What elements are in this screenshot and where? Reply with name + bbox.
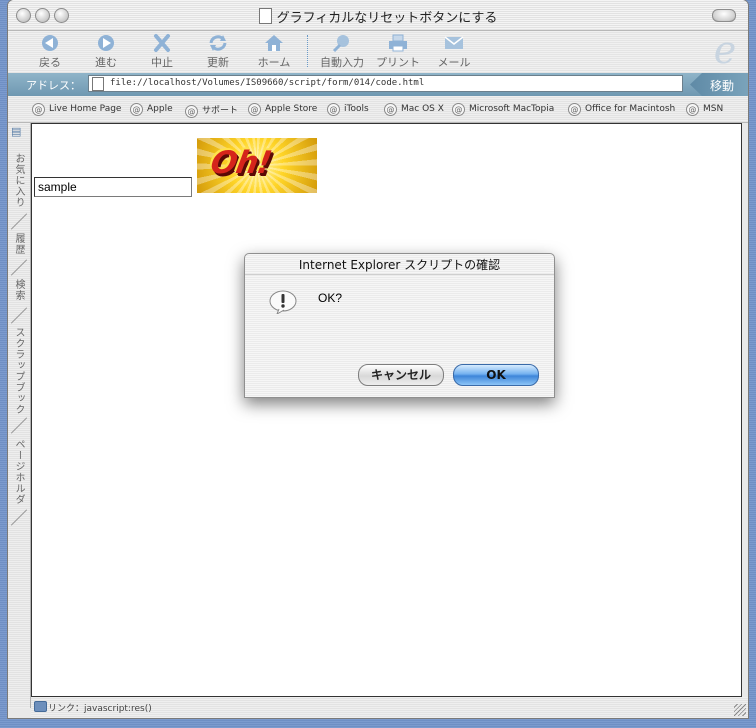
back-button[interactable]: 戻る	[22, 33, 78, 70]
oh-image-text: Oh!	[207, 145, 274, 181]
status-bar: リンク：javascript:res()	[31, 697, 748, 718]
favorite-label: Mac OS X	[401, 104, 444, 114]
favorite-label: Office for Macintosh	[585, 104, 676, 114]
toolbar: 戻る 進む 中止 更新 ホーム 自動入力 プリント メール e	[8, 31, 748, 73]
tab-page-holder-label: ページホルダ	[13, 439, 24, 505]
explorer-sidebar-tabs: ▤ お気に入り 履歴 検索 スクラップブック ページホルダ	[8, 123, 31, 708]
resize-grip-icon[interactable]	[734, 704, 746, 716]
favorite-link[interactable]: @ Live Home Page	[32, 103, 121, 116]
alert-exclamation-icon	[269, 290, 297, 314]
tab-divider	[10, 509, 28, 526]
status-text: リンク：javascript:res()	[48, 704, 152, 714]
mail-envelope-icon	[444, 36, 464, 49]
favorite-label: Apple	[147, 104, 173, 114]
favorite-link[interactable]: @ Microsoft MacTopia	[452, 103, 554, 116]
home-button[interactable]: ホーム	[246, 33, 302, 70]
refresh-icon	[209, 35, 227, 51]
tab-favorites-label: お気に入り	[13, 153, 24, 208]
home-icon	[265, 35, 283, 51]
link-at-icon: @	[568, 103, 581, 116]
link-at-icon: @	[384, 103, 397, 116]
toolbar-collapse-button[interactable]	[712, 9, 736, 22]
page-content-area	[31, 123, 742, 697]
stop-x-icon	[154, 34, 170, 52]
go-button[interactable]: 移動	[690, 73, 748, 96]
document-icon	[258, 8, 272, 24]
forward-arrow-icon	[98, 35, 114, 51]
stop-button[interactable]: 中止	[134, 33, 190, 70]
print-button-label: プリント	[376, 56, 420, 69]
address-url-text: file://localhost/Volumes/IS09660/script/…	[110, 78, 425, 88]
printer-icon	[389, 34, 407, 52]
ie-logo-icon: e	[713, 28, 737, 72]
link-at-icon: @	[686, 103, 699, 116]
favorite-label: MSN	[703, 104, 724, 114]
favorite-label: サポート	[202, 106, 239, 116]
tab-divider	[10, 259, 28, 276]
dialog-title: Internet Explorer スクリプトの確認	[245, 254, 554, 275]
link-at-icon: @	[248, 103, 261, 116]
tab-page-holder[interactable]: ページホルダ	[11, 439, 26, 505]
link-status-icon	[34, 701, 47, 712]
dialog-message: OK?	[318, 291, 343, 305]
mail-button[interactable]: メール	[426, 33, 482, 70]
address-bar: アドレス： file://localhost/Volumes/IS09660/s…	[8, 73, 748, 96]
autofill-button-label: 自動入力	[320, 56, 364, 69]
tab-scrapbook-label: スクラップブック	[13, 327, 24, 415]
stop-button-label: 中止	[151, 56, 173, 69]
tab-search[interactable]: 検索	[11, 279, 26, 301]
window-title: グラフィカルなリセットボタンにする	[8, 7, 748, 26]
sample-text-field[interactable]	[34, 177, 192, 197]
favorite-link[interactable]: @ Mac OS X	[384, 103, 444, 116]
tab-scrapbook[interactable]: スクラップブック	[11, 327, 26, 415]
favorite-label: iTools	[344, 104, 369, 114]
refresh-button-label: 更新	[207, 56, 229, 69]
back-arrow-icon	[42, 35, 58, 51]
favorite-link[interactable]: @ iTools	[327, 103, 369, 116]
favorite-link[interactable]: @ Apple Store	[248, 103, 317, 116]
tab-history[interactable]: 履歴	[11, 233, 26, 255]
autofill-button[interactable]: 自動入力	[314, 33, 370, 70]
ok-button[interactable]: OK	[453, 364, 539, 386]
back-button-label: 戻る	[39, 56, 61, 69]
favorite-link[interactable]: @ サポート	[185, 103, 238, 118]
tab-favorites[interactable]: お気に入り	[11, 153, 26, 208]
favorite-label: Live Home Page	[49, 104, 122, 114]
sidebar-toggle-icon[interactable]: ▤	[11, 125, 26, 138]
link-at-icon: @	[452, 103, 465, 116]
address-input[interactable]: file://localhost/Volumes/IS09660/script/…	[88, 75, 683, 92]
tab-divider	[10, 417, 28, 434]
tab-divider	[10, 307, 28, 324]
tab-divider	[10, 213, 28, 230]
refresh-button[interactable]: 更新	[190, 33, 246, 70]
go-button-label: 移動	[710, 79, 735, 93]
title-bar[interactable]: グラフィカルなリセットボタンにする	[8, 0, 748, 31]
oh-image-reset-button[interactable]: Oh!	[197, 138, 317, 193]
favorite-link[interactable]: @ Office for Macintosh	[568, 103, 675, 116]
mail-button-label: メール	[437, 56, 471, 69]
home-button-label: ホーム	[257, 56, 291, 69]
link-at-icon: @	[327, 103, 340, 116]
toolbar-separator	[307, 35, 308, 67]
page-document-icon	[92, 77, 104, 91]
favorite-label: Apple Store	[265, 104, 318, 114]
link-at-icon: @	[32, 103, 45, 116]
forward-button[interactable]: 進む	[78, 33, 134, 70]
favorite-link[interactable]: @ MSN	[686, 103, 723, 116]
forward-button-label: 進む	[95, 56, 117, 69]
print-button[interactable]: プリント	[370, 33, 426, 70]
favorite-label: Microsoft MacTopia	[469, 104, 555, 114]
tab-history-label: 履歴	[13, 233, 24, 255]
link-at-icon: @	[130, 103, 143, 116]
address-label: アドレス：	[26, 79, 81, 92]
link-at-icon: @	[185, 105, 198, 118]
autofill-pen-icon	[332, 35, 349, 53]
script-confirm-dialog: Internet Explorer スクリプトの確認 OK? キャンセル OK	[244, 253, 555, 398]
window-title-text: グラフィカルなリセットボタンにする	[276, 11, 498, 26]
tab-search-label: 検索	[13, 279, 24, 301]
favorite-link[interactable]: @ Apple	[130, 103, 173, 116]
cancel-button[interactable]: キャンセル	[358, 364, 444, 386]
favorites-bar: @ Live Home Page @ Apple @ サポート @ Apple Stor…	[8, 96, 748, 123]
